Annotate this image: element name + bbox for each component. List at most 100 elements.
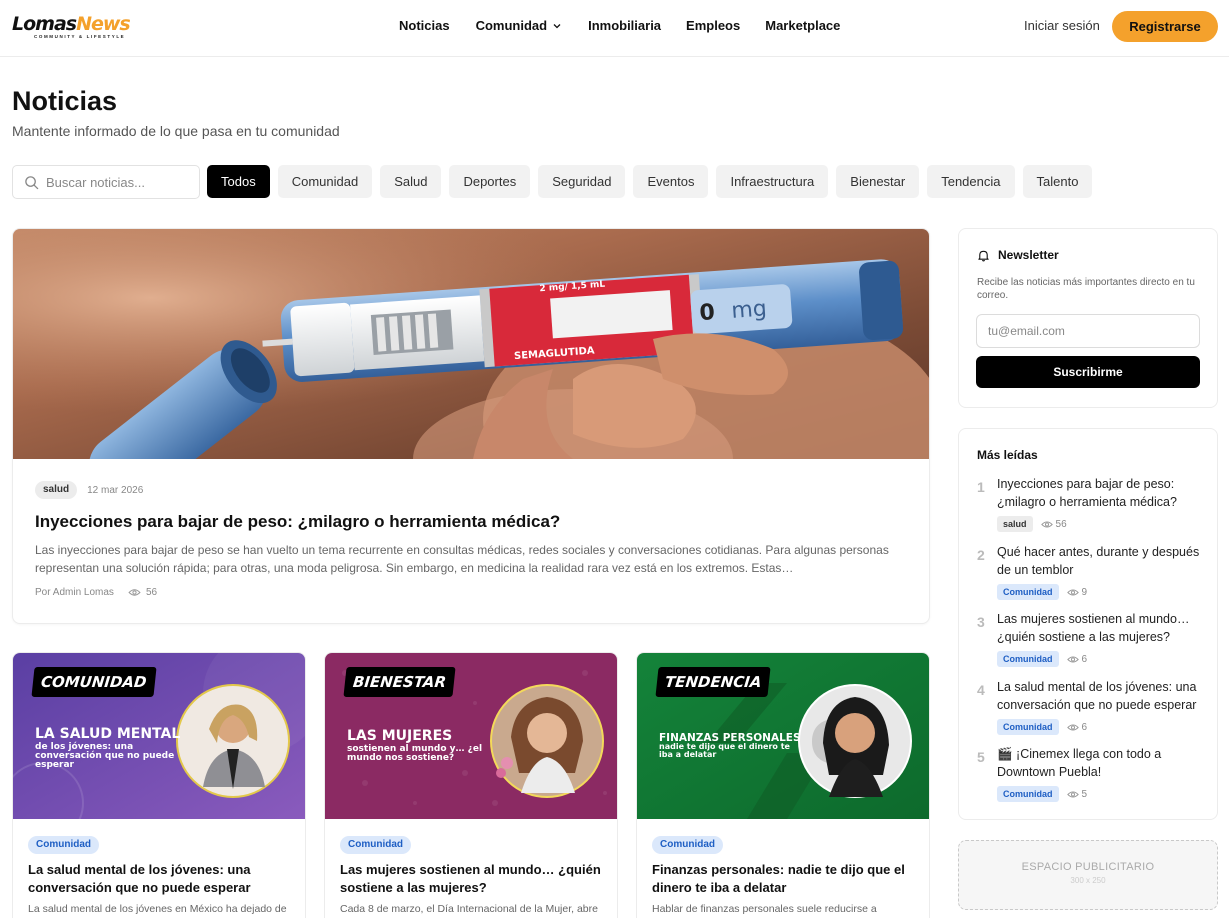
eye-icon <box>1066 723 1079 731</box>
ad-size: 300 x 250 <box>1070 876 1106 885</box>
card-banner-subline: sostienen al mundo y… ¿el mundo nos sost… <box>347 744 483 763</box>
featured-body: salud 12 mar 2026 Inyecciones para bajar… <box>35 481 907 598</box>
most-read-title: Más leídas <box>977 448 1038 462</box>
nav-item-inmobiliaria[interactable]: Inmobiliaria <box>588 18 661 34</box>
filter-deportes[interactable]: Deportes <box>449 165 531 198</box>
featured-author: Por Admin Lomas <box>35 587 114 598</box>
filter-talento[interactable]: Talento <box>1022 165 1093 198</box>
logo-text: Lomas <box>12 13 77 35</box>
newsletter-email-field[interactable] <box>976 314 1200 348</box>
featured-meta: Por Admin Lomas 56 <box>35 587 907 598</box>
most-read-rank: 3 <box>977 614 985 630</box>
eye-icon <box>1040 520 1053 528</box>
most-read-views: 9 <box>1081 586 1088 598</box>
newsletter-title: Newsletter <box>977 248 1059 262</box>
most-read-title-text[interactable]: 🎬 ¡Cinemex llega con todo a Downtown Pue… <box>997 745 1203 781</box>
nav-item-empleos[interactable]: Empleos <box>686 18 740 34</box>
most-read-item[interactable]: 2 Qué hacer antes, durante y después de … <box>977 543 1203 610</box>
card-tag[interactable]: Comunidad <box>28 836 99 854</box>
most-read-tag[interactable]: salud <box>997 516 1033 532</box>
main-nav: Noticias Comunidad Inmobiliaria Empleos … <box>399 18 840 34</box>
search-box <box>12 165 200 199</box>
page-title: Noticias <box>12 86 118 116</box>
card-banner-subline: de los jóvenes: una conversación que no … <box>35 742 175 770</box>
most-read-rank: 2 <box>977 547 985 563</box>
most-read-item[interactable]: 5 🎬 ¡Cinemex llega con todo a Downtown P… <box>977 745 1203 805</box>
most-read-title-text[interactable]: Qué hacer antes, durante y después de un… <box>997 543 1203 579</box>
article-card[interactable]: BIENESTAR LAS MUJERES sostienen al mundo… <box>324 652 618 918</box>
featured-views: 56 <box>145 587 158 598</box>
newsletter-title-text: Newsletter <box>998 248 1059 262</box>
filter-salud[interactable]: Salud <box>380 165 442 198</box>
filter-todos[interactable]: Todos <box>207 165 270 198</box>
featured-excerpt: Las inyecciones para bajar de peso se ha… <box>35 543 889 575</box>
card-excerpt: La salud mental de los jóvenes en México… <box>28 903 287 918</box>
most-read-rank: 4 <box>977 682 985 698</box>
eye-icon <box>1066 655 1079 663</box>
most-read-views: 6 <box>1081 653 1088 665</box>
newsletter-text: Recibe las noticias más importantes dire… <box>977 277 1195 301</box>
filter-tendencia[interactable]: Tendencia <box>927 165 1015 198</box>
card-banner-label: COMUNIDAD <box>31 667 157 697</box>
login-link[interactable]: Iniciar sesión <box>1024 18 1100 34</box>
filter-bienestar[interactable]: Bienestar <box>836 165 920 198</box>
search-input[interactable] <box>46 167 196 197</box>
eye-icon <box>1066 790 1079 798</box>
injection-pen-photo: 0 mg 2 mg/ 1,5 mL SEMAGLUTIDA <box>13 229 929 459</box>
category-filters: Todos Comunidad Salud Deportes Seguridad… <box>207 165 1093 198</box>
bell-icon <box>978 250 989 261</box>
most-read-item[interactable]: 1 Inyecciones para bajar de peso: ¿milag… <box>977 475 1203 543</box>
card-image[interactable]: C TENDENCIA FINANZAS PERSONALES nadie te… <box>637 653 929 819</box>
card-title[interactable]: Finanzas personales: nadie te dijo que e… <box>652 861 917 897</box>
most-read-title-text[interactable]: La salud mental de los jóvenes: una conv… <box>997 678 1203 714</box>
card-tag[interactable]: Comunidad <box>340 836 411 854</box>
card-image[interactable]: COMUNIDAD LA SALUD MENTAL de los jóvenes… <box>13 653 305 819</box>
nav-item-comunidad[interactable]: Comunidad <box>476 18 563 34</box>
card-body: Comunidad La salud mental de los jóvenes… <box>28 834 293 918</box>
most-read-list: 1 Inyecciones para bajar de peso: ¿milag… <box>977 475 1203 805</box>
most-read-title-text[interactable]: Inyecciones para bajar de peso: ¿milagro… <box>997 475 1203 511</box>
article-card[interactable]: COMUNIDAD LA SALUD MENTAL de los jóvenes… <box>12 652 306 918</box>
card-banner-headline: LA SALUD MENTAL <box>35 726 181 742</box>
most-read-tag[interactable]: Comunidad <box>997 719 1059 735</box>
filter-seguridad[interactable]: Seguridad <box>538 165 626 198</box>
chevron-down-icon <box>553 24 561 29</box>
most-read-views: 6 <box>1081 721 1088 733</box>
most-read-tag[interactable]: Comunidad <box>997 584 1059 600</box>
nav-item-noticias[interactable]: Noticias <box>399 18 450 34</box>
featured-tag[interactable]: salud <box>35 481 78 499</box>
register-button[interactable]: Registrarse <box>1112 11 1218 42</box>
most-read-rank: 1 <box>977 479 985 495</box>
most-read-tag[interactable]: Comunidad <box>997 651 1059 667</box>
filter-infraestructura[interactable]: Infraestructura <box>716 165 829 198</box>
site-logo[interactable]: LomasNews COMMUNITY & LIFESTYLE <box>12 14 144 40</box>
subscribe-button[interactable]: Suscribirme <box>976 356 1200 388</box>
card-body: Comunidad Finanzas personales: nadie te … <box>652 834 917 918</box>
most-read-views: 56 <box>1055 518 1067 530</box>
card-banner-headline: LAS MUJERES <box>347 728 453 744</box>
card-excerpt: Cada 8 de marzo, el Día Internacional de… <box>340 903 598 918</box>
filter-comunidad[interactable]: Comunidad <box>277 165 373 198</box>
most-read-item[interactable]: 4 La salud mental de los jóvenes: una co… <box>977 678 1203 745</box>
card-title[interactable]: Las mujeres sostienen al mundo… ¿quién s… <box>340 861 605 897</box>
card-banner-subline: nadie te dijo que el dinero te iba a del… <box>659 742 790 759</box>
most-read-tag[interactable]: Comunidad <box>997 786 1059 802</box>
card-body: Comunidad Las mujeres sostienen al mundo… <box>340 834 605 918</box>
card-banner-label: BIENESTAR <box>343 667 456 697</box>
nav-item-marketplace[interactable]: Marketplace <box>765 18 840 34</box>
logo-accent-text: News <box>76 13 131 35</box>
ad-slot[interactable]: ESPACIO PUBLICITARIO 300 x 250 <box>958 840 1218 910</box>
most-read-title-text[interactable]: Las mujeres sostienen al mundo… ¿quién s… <box>997 610 1203 646</box>
most-read-item[interactable]: 3 Las mujeres sostienen al mundo… ¿quién… <box>977 610 1203 678</box>
card-tag[interactable]: Comunidad <box>652 836 723 854</box>
featured-image[interactable]: 0 mg 2 mg/ 1,5 mL SEMAGLUTIDA <box>13 229 929 459</box>
article-card[interactable]: C TENDENCIA FINANZAS PERSONALES nadie te… <box>636 652 930 918</box>
featured-title[interactable]: Inyecciones para bajar de peso: ¿milagro… <box>35 511 907 533</box>
search-icon <box>25 176 39 190</box>
nav-item-comunidad-label: Comunidad <box>475 18 548 33</box>
card-image[interactable]: BIENESTAR LAS MUJERES sostienen al mundo… <box>325 653 617 819</box>
featured-article[interactable]: 0 mg 2 mg/ 1,5 mL SEMAGLUTIDA salud 12 m… <box>12 228 930 624</box>
eye-icon <box>1066 588 1079 596</box>
card-title[interactable]: La salud mental de los jóvenes: una conv… <box>28 861 293 897</box>
filter-eventos[interactable]: Eventos <box>633 165 709 198</box>
